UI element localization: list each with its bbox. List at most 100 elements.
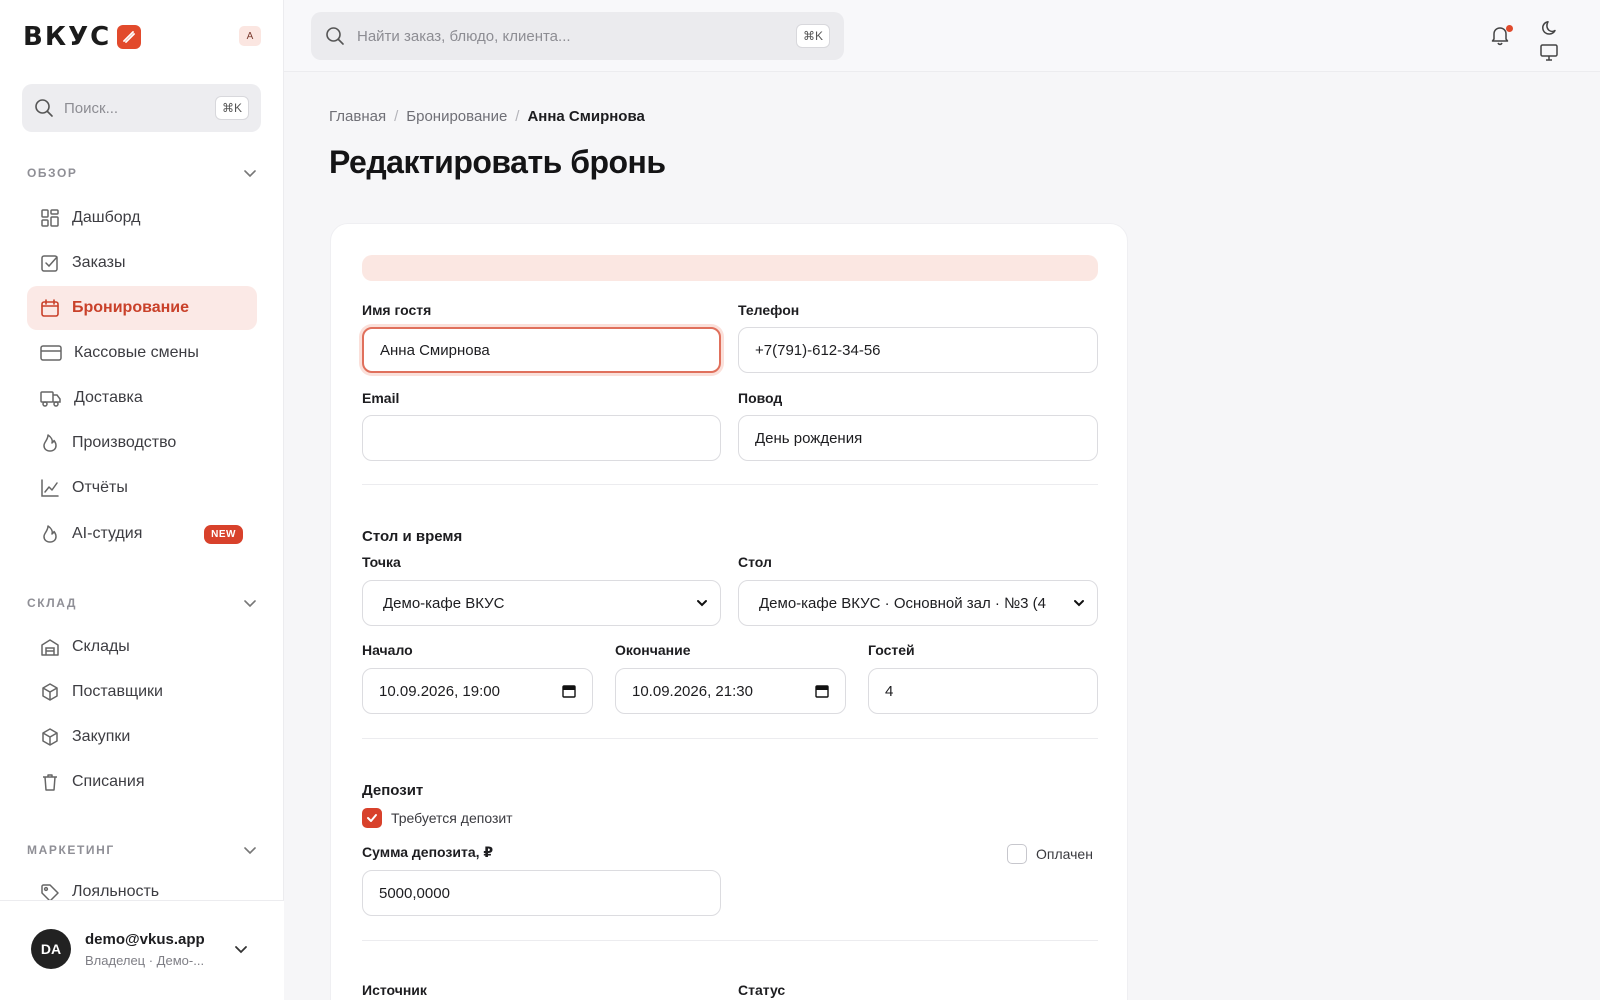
avatar: DA (31, 929, 71, 969)
breadcrumb-separator: / (515, 108, 520, 125)
sidebar-item-dashboard[interactable]: Дашборд (27, 196, 257, 240)
alert-banner (362, 255, 1098, 281)
deposit-required-checkbox[interactable]: Требуется депозит (362, 808, 513, 828)
section-marketing[interactable]: МАРКЕТИНГ (27, 843, 257, 857)
point-value: Демо-кафе ВКУС (383, 594, 505, 612)
chevron-down-icon (1074, 600, 1084, 607)
chevron-down-icon (244, 170, 256, 178)
phone-value: +7(791)-612-34-56 (755, 341, 881, 359)
deposit-amount-label: Сумма депозита, ₽ (362, 844, 494, 860)
workspace-avatar[interactable]: A (239, 26, 261, 46)
new-badge: NEW (204, 524, 243, 544)
sidebar-search[interactable]: Поиск... ⌘K (22, 84, 261, 132)
sidebar-item-label: Отчёты (72, 479, 128, 496)
paid-checkbox[interactable]: Оплачен (1007, 844, 1093, 864)
guest-name-field[interactable]: Анна Смирнова (362, 327, 721, 373)
sidebar-item-orders[interactable]: Заказы (27, 241, 257, 285)
sidebar-item-production[interactable]: Производство (27, 421, 257, 465)
chevron-down-icon (244, 847, 256, 855)
deposit-required-label: Требуется депозит (391, 810, 513, 826)
guest-name-value: Анна Смирнова (380, 341, 490, 359)
guests-value: 4 (885, 682, 894, 700)
occasion-label: Повод (738, 390, 783, 406)
box-icon (42, 683, 58, 701)
occasion-field[interactable]: День рождения (738, 415, 1098, 461)
page-title: Редактировать бронь (329, 144, 666, 180)
start-value: 10.09.2026, 19:00 (379, 682, 500, 700)
shortcut-hint: ⌘K (795, 24, 830, 48)
phone-field[interactable]: +7(791)-612-34-56 (738, 327, 1098, 373)
sidebar-item-label: Закупки (72, 728, 131, 745)
calendar-icon[interactable] (562, 684, 576, 698)
sidebar-item-booking[interactable]: Бронирование (27, 286, 257, 330)
booking-form-card: Имя гостя Анна Смирнова Телефон +7(791)-… (330, 223, 1128, 1000)
sidebar-item-reports[interactable]: Отчёты (27, 466, 257, 510)
guest-name-label: Имя гостя (362, 302, 432, 318)
section-overview[interactable]: ОБЗОР (27, 166, 257, 180)
monitor-icon[interactable] (1539, 42, 1559, 62)
section-title: ОБЗОР (27, 166, 78, 180)
sidebar-search-placeholder: Поиск... (64, 99, 119, 117)
guests-field[interactable]: 4 (868, 668, 1098, 714)
table-select[interactable]: Демо-кафе ВКУС · Основной зал · №3 (4 (738, 580, 1098, 626)
table-label: Стол (738, 554, 772, 570)
search-icon (35, 99, 53, 117)
warehouse-icon (41, 639, 59, 656)
chart-icon (41, 479, 59, 497)
occasion-value: День рождения (755, 429, 863, 447)
trash-icon (43, 774, 57, 791)
global-search-placeholder: Найти заказ, блюдо, клиента... (357, 27, 571, 45)
chevron-down-icon (235, 946, 247, 954)
notification-dot (1506, 25, 1513, 32)
sidebar-item-label: Дашборд (72, 209, 141, 226)
guests-label: Гостей (868, 642, 915, 658)
brand-name: ВКУС (23, 22, 112, 52)
calendar-icon[interactable] (815, 684, 829, 698)
flame-icon (43, 434, 57, 452)
table-section-title: Стол и время (362, 528, 463, 545)
sidebar-item-purchases[interactable]: Закупки (27, 715, 257, 759)
sidebar-item-label: Доставка (74, 389, 143, 406)
search-icon (326, 27, 344, 45)
sidebar-item-label: Бронирование (72, 299, 190, 316)
sidebar-item-cash-shifts[interactable]: Кассовые смены (27, 331, 257, 375)
sidebar-item-writeoffs[interactable]: Списания (27, 760, 257, 804)
sidebar-item-label: Склады (72, 638, 130, 655)
global-search-input[interactable]: Найти заказ, блюдо, клиента... ⌘K (311, 12, 844, 60)
section-warehouse[interactable]: СКЛАД (27, 596, 257, 610)
sidebar-item-label: Производство (72, 434, 177, 451)
moon-icon[interactable] (1539, 18, 1559, 38)
chevron-down-icon (244, 600, 256, 608)
sidebar-item-label: Заказы (72, 254, 126, 271)
brand-logo[interactable]: ВКУС (23, 22, 142, 52)
sidebar-item-suppliers[interactable]: Поставщики (27, 670, 257, 714)
divider (362, 738, 1098, 739)
sidebar-item-ai-studio[interactable]: AI-студия NEW (27, 512, 257, 556)
user-email: demo@vkus.app (85, 931, 205, 948)
card-icon (40, 345, 62, 361)
sidebar-item-loyalty[interactable]: Лояльность (27, 872, 257, 902)
point-select[interactable]: Демо-кафе ВКУС (362, 580, 721, 626)
topbar: Найти заказ, блюдо, клиента... ⌘K (284, 0, 1600, 72)
source-label: Источник (362, 982, 427, 998)
user-menu[interactable]: DA demo@vkus.app Владелец · Демо-... (0, 900, 284, 1000)
deposit-amount-value: 5000,0000 (379, 884, 450, 902)
paid-label: Оплачен (1036, 846, 1093, 862)
sidebar-item-label: Лояльность (72, 883, 160, 900)
deposit-amount-field[interactable]: 5000,0000 (362, 870, 721, 916)
user-role: Владелец · Демо-... (85, 953, 205, 968)
breadcrumb-booking[interactable]: Бронирование (406, 108, 507, 125)
breadcrumb-home[interactable]: Главная (329, 108, 386, 125)
email-field[interactable] (362, 415, 721, 461)
sidebar-item-delivery[interactable]: Доставка (27, 376, 257, 420)
start-datetime-field[interactable]: 10.09.2026, 19:00 (362, 668, 593, 714)
chevron-down-icon (697, 600, 707, 607)
sidebar-item-warehouses[interactable]: Склады (27, 625, 257, 669)
grid-icon (41, 209, 59, 227)
checkbox-checked (362, 808, 382, 828)
email-label: Email (362, 390, 400, 406)
breadcrumb-current: Анна Смирнова (527, 108, 645, 125)
section-title: СКЛАД (27, 596, 78, 610)
end-datetime-field[interactable]: 10.09.2026, 21:30 (615, 668, 846, 714)
sidebar: ВКУС A Поиск... ⌘K ОБЗОР Дашборд Заказы … (0, 0, 284, 1000)
